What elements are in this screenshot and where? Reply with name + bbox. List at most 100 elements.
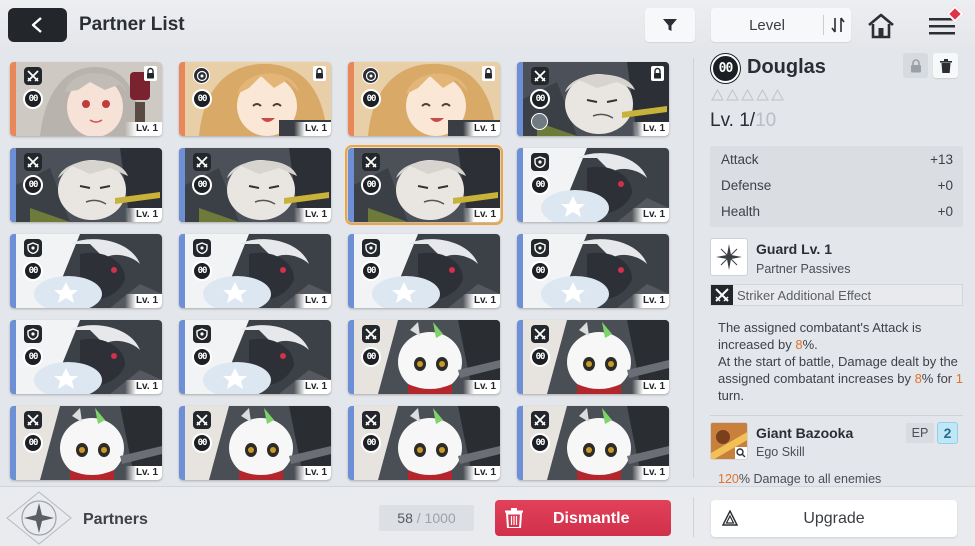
card-level: Lv. 1 [294, 294, 331, 308]
partner-card[interactable]: 00 Lv. 1 [348, 234, 500, 308]
rank-badge: 00 [361, 261, 381, 281]
level-readout: Lv. 1/10 [710, 110, 776, 132]
star-empty-icon [770, 88, 785, 101]
sort-order-toggle[interactable] [824, 8, 851, 42]
card-level: Lv. 1 [294, 122, 331, 136]
passive-description: The assigned combatant's Attack is incre… [718, 319, 963, 404]
partner-card[interactable]: 00 Lv. 1 [10, 62, 162, 136]
partner-card[interactable]: 00 Lv. 1 [10, 406, 162, 480]
rarity-stripe [10, 320, 16, 394]
card-level: Lv. 1 [632, 466, 669, 480]
partner-card[interactable]: 00 Lv. 1 [179, 406, 331, 480]
sort-dropdown[interactable]: Level [711, 8, 851, 42]
page-title: Partner List [79, 14, 185, 35]
desc-text: %. [802, 337, 818, 352]
rarity-stripe [517, 234, 523, 308]
partner-card[interactable]: 00 Lv. 1 [10, 320, 162, 394]
rarity-stripe [179, 320, 185, 394]
rarity-stripe [179, 234, 185, 308]
desc-value: 8 [795, 337, 803, 352]
partner-card[interactable]: 00 Lv. 1 [517, 406, 669, 480]
card-level: Lv. 1 [463, 466, 500, 480]
filter-funnel-icon [663, 19, 677, 31]
card-level: Lv. 1 [463, 122, 500, 136]
skill-title: Giant Bazooka [756, 425, 854, 441]
lock-toggle-button[interactable] [903, 53, 928, 78]
striker-class-icon [24, 153, 42, 171]
home-button[interactable] [862, 9, 900, 43]
star-empty-icon [740, 88, 755, 101]
desc-value: 8 [914, 371, 922, 386]
partner-card[interactable]: 00 Lv. 1 [179, 234, 331, 308]
defender-class-icon [24, 239, 42, 257]
rarity-stripe [348, 406, 354, 480]
partner-card[interactable]: 00 Lv. 1 [348, 406, 500, 480]
card-level: Lv. 1 [125, 380, 162, 394]
partner-card[interactable]: 00 Lv. 1 [179, 62, 331, 136]
partner-card[interactable]: 00 Lv. 1 [179, 320, 331, 394]
rank-badge: 00 [530, 347, 550, 367]
rarity-stripe [348, 62, 354, 136]
striker-class-icon [711, 285, 733, 305]
partners-emblem-icon [6, 491, 72, 545]
rank-badge: 00 [192, 261, 212, 281]
striker-class-icon [24, 67, 42, 85]
card-level: Lv. 1 [125, 122, 162, 136]
partner-card[interactable]: 00 Lv. 1 [10, 148, 162, 222]
divider [710, 415, 963, 416]
rank-badge: 00 [361, 433, 381, 453]
stat-row-defense: Defense +0 [721, 178, 953, 198]
partner-card[interactable]: 00 Lv. 1 [345, 145, 503, 225]
partner-detail-panel: 00 Douglas Lv. 1/10 Attack +13 Defense +… [700, 50, 975, 486]
partner-card[interactable]: 00 Lv. 1 [348, 320, 500, 394]
delete-button[interactable] [933, 53, 958, 78]
back-button[interactable] [8, 8, 67, 42]
defender-class-icon [193, 325, 211, 343]
rarity-stripe [517, 320, 523, 394]
count-current: 58 [397, 510, 413, 526]
card-level: Lv. 1 [632, 294, 669, 308]
partner-card[interactable]: 00 Lv. 1 [10, 234, 162, 308]
card-level: Lv. 1 [294, 380, 331, 394]
skill-description: 120% Damage to all enemies [718, 472, 881, 486]
partner-card[interactable]: 00 Lv. 1 [179, 148, 331, 222]
striker-class-icon [193, 153, 211, 171]
filter-button[interactable] [645, 8, 695, 42]
back-arrow-icon [31, 17, 42, 33]
effect-label: Striker Additional Effect [737, 288, 872, 303]
partner-card[interactable]: 00 Lv. 1 [348, 62, 500, 136]
striker-class-icon [362, 153, 380, 171]
partner-card[interactable]: 00 Lv. 1 [517, 148, 669, 222]
desc-text: % Damage to all enemies [738, 472, 882, 486]
dismantle-button[interactable]: Dismantle [495, 500, 671, 536]
rank-badge: 00 [23, 347, 43, 367]
menu-button[interactable] [922, 5, 964, 43]
upgrade-button[interactable]: Upgrade [711, 500, 957, 537]
giant-bazooka-skill-icon[interactable] [710, 422, 748, 460]
desc-text: % for [921, 371, 956, 386]
guard-passive-icon[interactable] [710, 238, 748, 276]
passive-title: Guard Lv. 1 [756, 241, 832, 257]
partner-card[interactable]: 00 Lv. 1 [517, 320, 669, 394]
card-level: Lv. 1 [463, 208, 500, 222]
partner-card[interactable]: 00 Lv. 1 [517, 234, 669, 308]
trash-icon [505, 508, 523, 528]
stat-value: +13 [930, 152, 953, 167]
rarity-stripe [10, 62, 16, 136]
striker-class-icon [531, 67, 549, 85]
star-empty-icon [725, 88, 740, 101]
star-empty-icon [755, 88, 770, 101]
defender-class-icon [531, 153, 549, 171]
stat-label: Health [721, 204, 761, 219]
rarity-stripe [179, 406, 185, 480]
rank-badge: 00 [361, 89, 381, 109]
desc-value: 120 [718, 472, 739, 486]
rank-badge: 00 [361, 347, 381, 367]
bottom-bar: Partners 58 / 1000 Dismantle Upgrade [0, 486, 975, 546]
partners-label: Partners [83, 511, 148, 528]
defender-class-icon [362, 239, 380, 257]
level-current: Lv. 1/ [710, 110, 756, 131]
partner-card[interactable]: 00 Lv. 1 [517, 62, 669, 136]
card-level: Lv. 1 [125, 208, 162, 222]
rarity-stripe [348, 234, 354, 308]
